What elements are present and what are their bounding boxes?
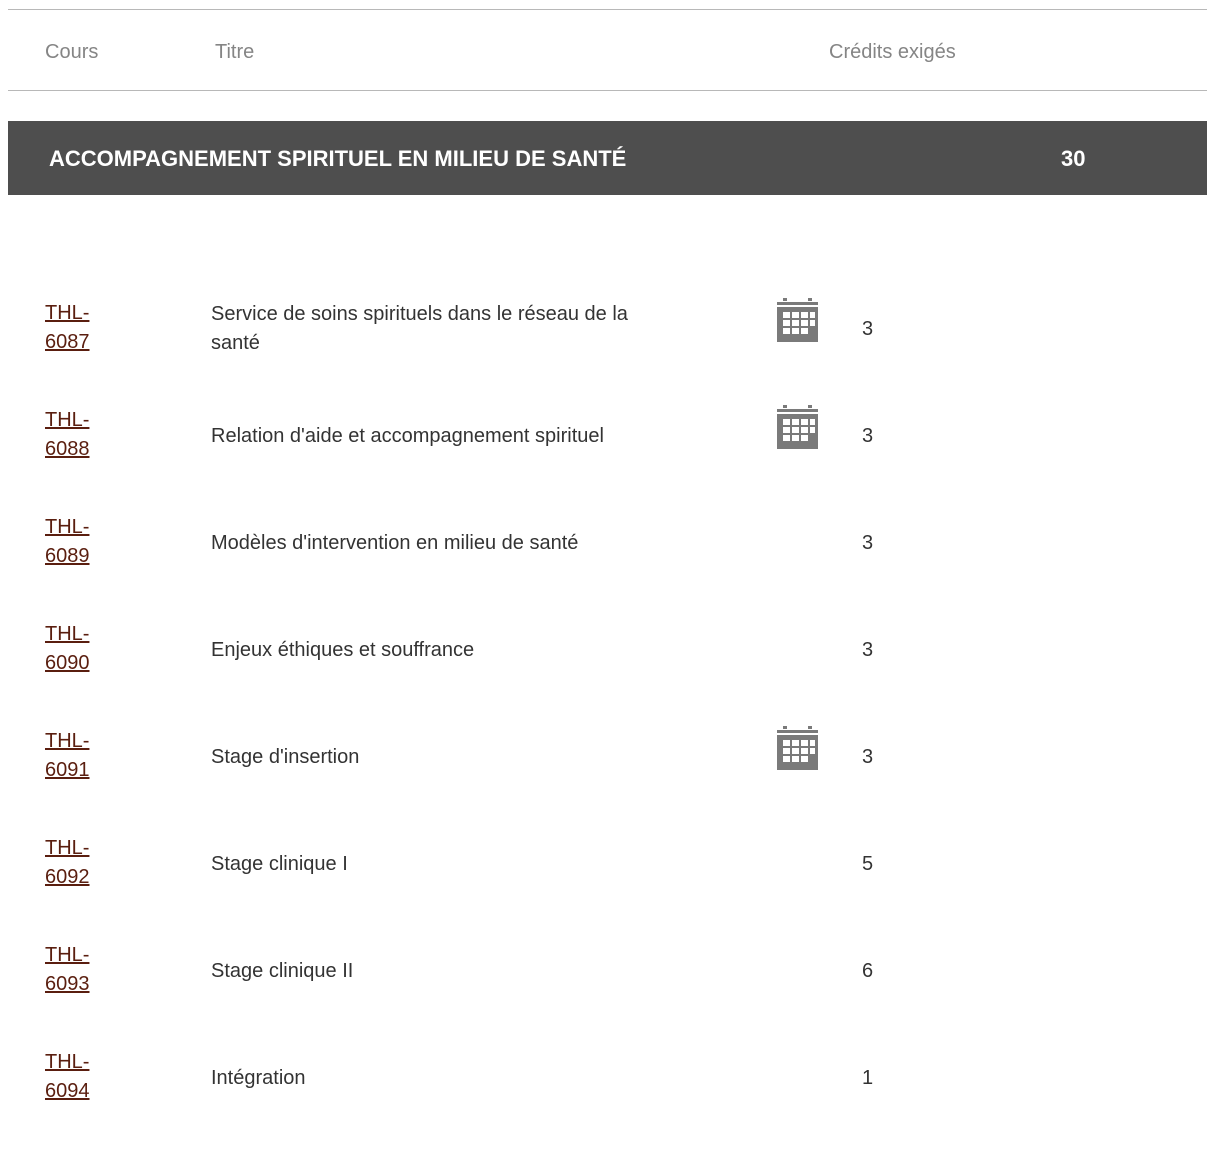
course-code-link[interactable]: THL- 6088: [45, 406, 135, 464]
column-header-cours: Cours: [45, 41, 99, 63]
course-credits: 6: [862, 960, 874, 982]
calendar-icon[interactable]: [777, 726, 818, 770]
course-row: THL- 6088 Relation d'aide et accompagneme…: [0, 405, 1207, 512]
course-row: THL- 6087 Service de soins spirituels dan…: [0, 298, 1207, 405]
course-code-link[interactable]: THL- 6093: [45, 941, 135, 999]
course-title: Stage clinique II: [211, 942, 631, 1000]
column-header-credits: Crédits exigés: [829, 41, 956, 63]
course-row: THL- 6093 Stage clinique II 6: [0, 940, 1207, 1047]
course-title: Modèles d'intervention en milieu de sant…: [211, 514, 631, 572]
course-credits: 3: [862, 746, 874, 768]
calendar-icon[interactable]: [777, 298, 818, 342]
course-list: THL- 6087 Service de soins spirituels dan…: [0, 298, 1207, 1154]
course-code-link[interactable]: THL- 6094: [45, 1048, 135, 1106]
program-title: ACCOMPAGNEMENT SPIRITUEL EN MILIEU DE SA…: [49, 146, 627, 171]
course-title: Stage d'insertion: [211, 728, 631, 786]
course-code-link[interactable]: THL- 6087: [45, 299, 135, 357]
course-credits: 1: [862, 1067, 874, 1089]
course-title-text: Stage clinique II: [211, 959, 354, 982]
course-title-text: Service de soins spirituels dans le rése…: [211, 303, 628, 354]
course-title-text: Stage d'insertion: [211, 745, 360, 768]
course-row: THL- 6089 Modèles d'intervention en milie…: [0, 512, 1207, 619]
table-header: Cours Titre Crédits exigés: [8, 10, 1207, 91]
course-title: Intégration: [211, 1049, 631, 1107]
course-title-text: Relation d'aide et accompagnement spirit…: [211, 424, 604, 447]
course-code-link[interactable]: THL- 6089: [45, 513, 135, 571]
course-row: THL- 6090 Enjeux éthiques et souffrance 3: [0, 619, 1207, 726]
course-title: Service de soins spirituels dans le rése…: [211, 300, 631, 358]
course-title: Relation d'aide et accompagnement spirit…: [211, 407, 631, 465]
course-row: THL- 6092 Stage clinique I 5: [0, 833, 1207, 940]
course-credits: 3: [862, 318, 874, 340]
course-title-text: Stage clinique I: [211, 852, 348, 875]
course-row: THL- 6094 Intégration 1: [0, 1047, 1207, 1154]
course-title-text: Modèles d'intervention en milieu de sant…: [211, 531, 579, 554]
calendar-icon[interactable]: [777, 405, 818, 449]
course-credits: 5: [862, 853, 874, 875]
course-code-link[interactable]: THL- 6091: [45, 727, 135, 785]
course-title: Enjeux éthiques et souffrance: [211, 621, 631, 679]
program-section-header: ACCOMPAGNEMENT SPIRITUEL EN MILIEU DE SA…: [8, 121, 1207, 195]
course-credits: 3: [862, 425, 874, 447]
course-row: THL- 6091 Stage d'insertion 3: [0, 726, 1207, 833]
course-credits: 3: [862, 532, 874, 554]
column-header-titre: Titre: [215, 41, 255, 63]
course-code-link[interactable]: THL- 6092: [45, 834, 135, 892]
program-credits: 30: [1061, 146, 1086, 171]
course-title-text: Enjeux éthiques et souffrance: [211, 638, 475, 661]
course-title-text: Intégration: [211, 1066, 306, 1089]
course-title: Stage clinique I: [211, 835, 631, 893]
course-credits: 3: [862, 639, 874, 661]
course-code-link[interactable]: THL- 6090: [45, 620, 135, 678]
